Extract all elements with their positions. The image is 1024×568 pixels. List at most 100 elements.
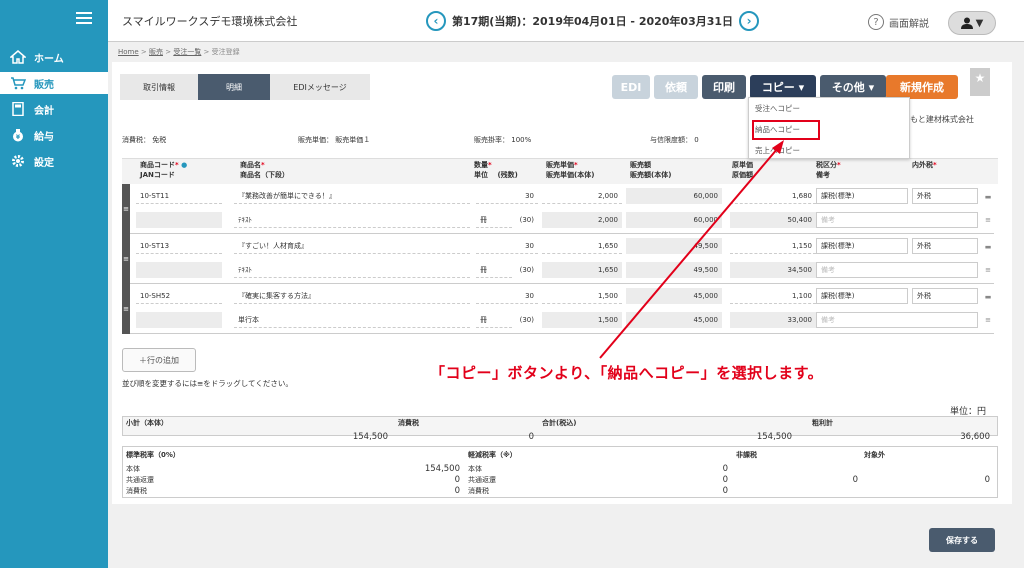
col-qty: 数量* 単位 (残数) (474, 160, 518, 180)
row-menu-icon[interactable]: ▬ (984, 193, 992, 201)
row-drag-icon[interactable]: ≡ (984, 216, 992, 224)
col-qty-label: 数量 (474, 161, 488, 169)
sidebar-item-home[interactable]: ホーム (0, 46, 108, 68)
unit[interactable]: 冊 (476, 262, 512, 278)
col-name-label: 商品名 (240, 161, 261, 169)
inout-tax-select[interactable]: 外税 (912, 238, 978, 254)
info-unitprice: 販売単価： 販売単価１ (298, 135, 474, 147)
row-drag-icon[interactable]: ≡ (984, 266, 992, 274)
row-drag-icon[interactable]: ≡ (984, 316, 992, 324)
info-tax-label: 消費税： (122, 136, 150, 144)
remark-input[interactable]: 備考 (816, 312, 978, 328)
sidebar-item-settings[interactable]: 設定 (0, 150, 108, 172)
unit-price-body: 2,000 (542, 212, 622, 228)
amount-body: 49,500 (626, 262, 722, 278)
menu-item-copy-order[interactable]: 受注へコピー (755, 103, 800, 114)
inout-tax-select[interactable]: 外税 (912, 288, 978, 304)
star-icon[interactable]: ★ (970, 68, 990, 96)
sidebar-item-payroll[interactable]: ¥ 給与 (0, 124, 108, 146)
cost-price[interactable]: 1,100 (730, 288, 816, 304)
qty[interactable]: 30 (476, 288, 538, 304)
qty[interactable]: 30 (476, 238, 538, 254)
info-credit-label: 与信限度額： (650, 136, 692, 144)
remaining: (30) (519, 266, 534, 274)
required-mark: * (837, 161, 841, 169)
sidebar: ホーム 販売 会計 ¥ 給与 設定 (0, 0, 108, 568)
remark-input[interactable]: 備考 (816, 212, 978, 228)
tax-class-select[interactable]: 課税(標準) (816, 188, 908, 204)
required-mark: * (574, 161, 578, 169)
remark-input[interactable]: 備考 (816, 262, 978, 278)
drag-handle-icon[interactable]: ≡ (122, 284, 130, 334)
col-amount: 販売額 販売額(本体) (630, 160, 671, 180)
row-menu-icon[interactable]: ▬ (984, 293, 992, 301)
edi-button[interactable]: EDI (612, 75, 650, 99)
breadcrumb-home[interactable]: Home (118, 48, 139, 56)
user-icon (960, 17, 973, 29)
breadcrumb-list[interactable]: 受注一覧 (173, 48, 201, 56)
info-tax-value: 免税 (152, 136, 167, 144)
sidebar-item-sales[interactable]: 販売 (0, 72, 108, 94)
user-menu-button[interactable]: ▼ (948, 11, 996, 35)
col-code-label: 商品コード (140, 161, 175, 169)
new-button[interactable]: 新規作成 (886, 75, 958, 99)
unit[interactable]: 冊 (476, 212, 512, 228)
next-period-button[interactable]: › (739, 11, 760, 31)
prev-period-button[interactable]: ‹ (426, 11, 446, 31)
jan-code[interactable] (136, 212, 222, 228)
supplier-name: つもと建材株式会社 (902, 115, 974, 124)
request-button[interactable]: 依頼 (654, 75, 698, 99)
item-code[interactable]: 10-ST13 (136, 238, 222, 254)
drag-handle-icon[interactable]: ≡ (122, 184, 130, 234)
item-name2[interactable]: ﾃｷｽﾄ (234, 262, 470, 278)
unit-price[interactable]: 2,000 (542, 188, 622, 204)
remark-placeholder: 備考 (821, 266, 835, 274)
sidebar-item-accounting[interactable]: 会計 (0, 98, 108, 120)
info-rate-value: 100% (511, 136, 532, 144)
item-code[interactable]: 10-SH52 (136, 288, 222, 304)
required-mark: * (261, 161, 265, 169)
tax-class-select[interactable]: 課税(標準) (816, 238, 908, 254)
menu-item-copy-sales[interactable]: 売上へコピー (755, 145, 800, 156)
item-name[interactable]: 『すごい！人材育成』 (234, 238, 470, 254)
gear-icon (12, 155, 24, 167)
info-unitprice-label: 販売単価： (298, 136, 333, 144)
col-inout-label: 内外税 (912, 161, 933, 169)
drag-handle-icon[interactable]: ≡ (122, 234, 130, 284)
red-body-label: 本体 (468, 465, 482, 473)
profit-label: 粗利計 (812, 419, 833, 427)
table-row: ≡ 10-ST11 『業務改善が簡単にできる！』 ﾃｷｽﾄ 30 冊 (30) … (122, 184, 994, 234)
inout-tax-select[interactable]: 外税 (912, 188, 978, 204)
item-name[interactable]: 『業務改善が簡単にできる！』 (234, 188, 470, 204)
add-row-button[interactable]: ＋行の追加 (122, 348, 196, 372)
qty[interactable]: 30 (476, 188, 538, 204)
tax-class-select[interactable]: 課税(標準) (816, 288, 908, 304)
print-button[interactable]: 印刷 (702, 75, 746, 99)
unit-price[interactable]: 1,650 (542, 238, 622, 254)
info-icon[interactable]: ● (181, 161, 187, 169)
unit-price[interactable]: 1,500 (542, 288, 622, 304)
item-name[interactable]: 『確実に集客する方法』 (234, 288, 470, 304)
menu-icon[interactable] (76, 12, 92, 24)
jan-code[interactable] (136, 312, 222, 328)
other-button[interactable]: その他 ▾ (820, 75, 886, 99)
copy-button[interactable]: コピー ▾ (750, 75, 816, 99)
amount: 45,000 (626, 288, 722, 304)
unit[interactable]: 冊 (476, 312, 512, 328)
col-price: 販売単価* 販売単価(本体) (546, 160, 594, 180)
row-menu-icon[interactable]: ▬ (984, 243, 992, 251)
nontax-label: 非課税 (736, 451, 757, 459)
jan-code[interactable] (136, 262, 222, 278)
tab-edi-message[interactable]: EDIメッセージ (270, 74, 370, 100)
save-button[interactable]: 保存する (929, 528, 995, 552)
tab-trade-info[interactable]: 取引情報 (120, 74, 198, 100)
cost-price[interactable]: 1,680 (730, 188, 816, 204)
tab-details[interactable]: 明細 (198, 74, 270, 100)
item-name2[interactable]: ﾃｷｽﾄ (234, 212, 470, 228)
breadcrumb-sales[interactable]: 販売 (149, 48, 163, 56)
table-row: ≡ 10-ST13 『すごい！人材育成』 ﾃｷｽﾄ 30 冊 (30) 1,65… (122, 234, 994, 284)
item-code[interactable]: 10-ST11 (136, 188, 222, 204)
help-link[interactable]: ? 画面解説 (868, 14, 929, 30)
cost-price[interactable]: 1,150 (730, 238, 816, 254)
item-name2[interactable]: 単行本 (234, 312, 470, 328)
